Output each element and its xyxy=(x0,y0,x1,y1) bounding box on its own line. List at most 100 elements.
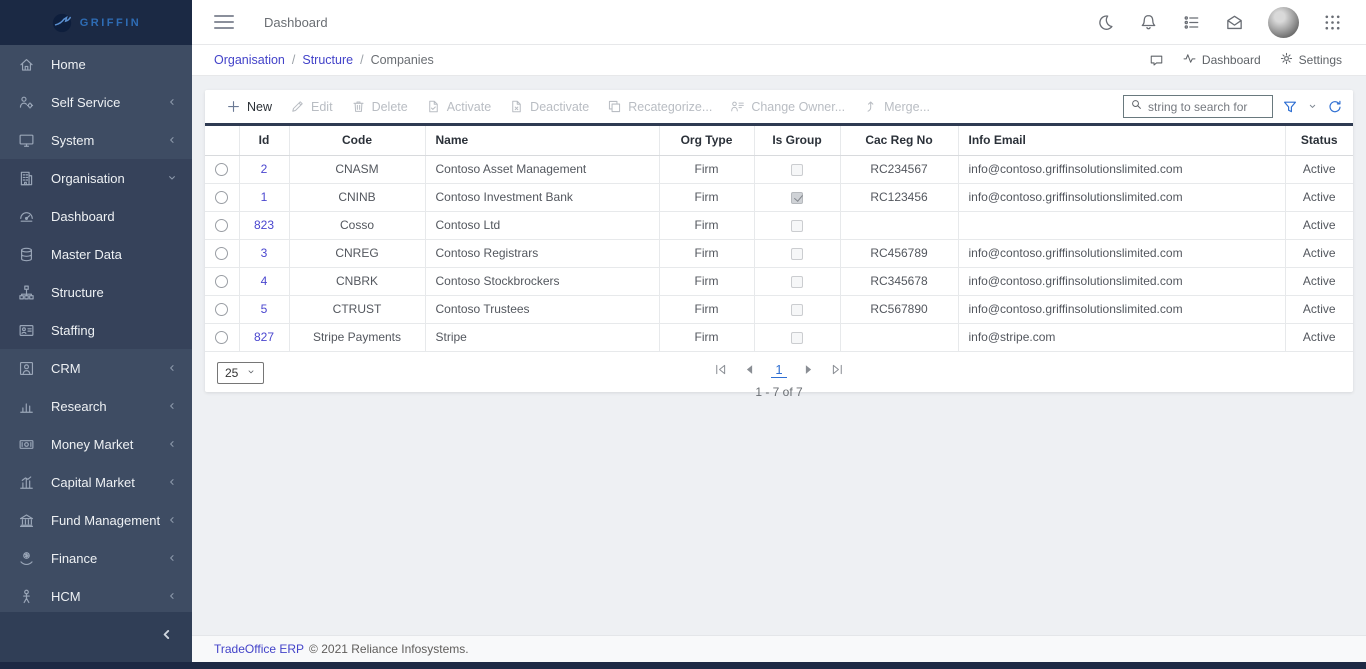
fund-management-icon xyxy=(18,512,35,529)
merge-button[interactable]: Merge... xyxy=(854,95,939,118)
sidebar-item-finance[interactable]: Finance xyxy=(0,539,192,577)
search-icon xyxy=(1130,98,1143,116)
sidebar-item-staffing[interactable]: Staffing xyxy=(0,311,192,349)
menu-toggle-icon[interactable] xyxy=(214,15,234,29)
sidebar-item-fund-management[interactable]: Fund Management xyxy=(0,501,192,539)
sidebar-item-hcm[interactable]: HCM xyxy=(0,577,192,615)
activate-button[interactable]: Activate xyxy=(417,95,500,118)
sidebar-item-structure[interactable]: Structure xyxy=(0,273,192,311)
page-size-select[interactable]: 25 xyxy=(217,361,265,384)
staffing-icon xyxy=(18,322,35,339)
search-input[interactable] xyxy=(1148,99,1266,114)
column-header-cac-reg-no[interactable]: Cac Reg No xyxy=(840,126,959,156)
breadcrumb-organisation[interactable]: Organisation xyxy=(214,53,285,67)
row-id-link[interactable]: 2 xyxy=(261,162,268,176)
sidebar-item-home[interactable]: Home xyxy=(0,45,192,83)
dashboard-shortcut[interactable]: Dashboard xyxy=(1182,51,1261,69)
deactivate-button[interactable]: Deactivate xyxy=(500,95,598,118)
sidebar-item-capital-market[interactable]: Capital Market xyxy=(0,463,192,501)
row-id-link[interactable]: 3 xyxy=(261,246,268,260)
column-header-name[interactable]: Name xyxy=(425,126,660,156)
row-code: CNBRK xyxy=(289,267,426,296)
table-row: 2 CNASM Contoso Asset Management Firm RC2345… xyxy=(205,155,1353,184)
row-id-link[interactable]: 823 xyxy=(254,218,274,232)
change-owner-button[interactable]: Change Owner... xyxy=(721,95,854,118)
row-info-email: info@contoso.griffinsolutionslimited.com xyxy=(958,295,1286,324)
toolbar-button-label: Delete xyxy=(371,99,408,114)
row-name: Stripe xyxy=(425,323,660,352)
table-row: 5 CTRUST Contoso Trustees Firm RC567890 info@… xyxy=(205,295,1353,324)
settings-button[interactable]: Settings xyxy=(1279,51,1342,69)
row-info-email xyxy=(958,211,1286,240)
sidebar-item-self-service[interactable]: Self Service xyxy=(0,83,192,121)
row-id-link[interactable]: 5 xyxy=(261,302,268,316)
table-row: 4 CNBRK Contoso Stockbrockers Firm RC345678 i… xyxy=(205,267,1353,296)
sidebar-item-label: HCM xyxy=(51,588,81,604)
column-header-info-email[interactable]: Info Email xyxy=(958,126,1286,156)
column-header-code[interactable]: Code xyxy=(289,126,426,156)
filter-chevron-icon[interactable] xyxy=(1307,101,1318,112)
tradeoffice-link[interactable]: TradeOffice ERP xyxy=(214,642,304,656)
chevron-left-icon xyxy=(166,134,178,146)
user-avatar[interactable] xyxy=(1268,6,1299,38)
next-page-icon[interactable] xyxy=(801,362,816,377)
is-group-checkbox xyxy=(791,163,803,176)
sidebar-item-master-data[interactable]: Master Data xyxy=(0,235,192,273)
sidebar-collapse-bar[interactable] xyxy=(0,612,192,662)
chevron-down-icon xyxy=(246,366,256,380)
sidebar-item-label: Dashboard xyxy=(51,208,115,224)
column-header-id[interactable]: Id xyxy=(239,126,290,156)
column-header-org-type[interactable]: Org Type xyxy=(659,126,755,156)
sidebar-item-label: Fund Management xyxy=(51,512,161,528)
row-id-link[interactable]: 4 xyxy=(261,274,268,288)
new-button[interactable]: New xyxy=(217,95,281,118)
row-select-radio[interactable] xyxy=(215,163,229,177)
current-page-link[interactable]: 1 xyxy=(771,362,787,378)
row-status: Active xyxy=(1285,323,1353,352)
main-panel: Dashboard Organisation / Structure / Com… xyxy=(192,0,1366,662)
row-id-link[interactable]: 827 xyxy=(254,330,274,344)
row-name: Contoso Investment Bank xyxy=(425,183,660,212)
sidebar-item-research[interactable]: Research xyxy=(0,387,192,425)
breadcrumb-structure[interactable]: Structure xyxy=(302,53,353,67)
organisation-icon xyxy=(18,170,35,187)
system-icon xyxy=(18,132,35,149)
row-select-radio[interactable] xyxy=(215,191,229,205)
prev-page-icon[interactable] xyxy=(742,362,757,377)
logo[interactable]: GRIFFIN xyxy=(0,0,192,45)
row-select-radio[interactable] xyxy=(215,303,229,317)
sidebar-item-dashboard[interactable]: Dashboard xyxy=(0,197,192,235)
refresh-icon[interactable] xyxy=(1327,99,1343,115)
row-info-email: info@contoso.griffinsolutionslimited.com xyxy=(958,155,1286,184)
collapse-chevron-icon xyxy=(159,627,174,647)
edit-button[interactable]: Edit xyxy=(281,95,342,118)
first-page-icon[interactable] xyxy=(713,362,728,377)
row-id-link[interactable]: 1 xyxy=(261,190,268,204)
sidebar-item-money-market[interactable]: Money Market xyxy=(0,425,192,463)
row-select-radio[interactable] xyxy=(215,275,229,289)
apps-grid-icon[interactable] xyxy=(1323,13,1342,32)
grid-container: Id Code Name Org Type Is Group Cac Reg No Info… xyxy=(205,123,1353,352)
tasks-list-icon[interactable] xyxy=(1182,13,1201,32)
column-header-is-group[interactable]: Is Group xyxy=(754,126,841,156)
sidebar-item-system[interactable]: System xyxy=(0,121,192,159)
delete-button[interactable]: Delete xyxy=(342,95,417,118)
comments-icon[interactable] xyxy=(1149,53,1164,68)
last-page-icon[interactable] xyxy=(830,362,845,377)
row-status: Active xyxy=(1285,295,1353,324)
recategorize-button[interactable]: Recategorize... xyxy=(598,95,721,118)
column-header-status[interactable]: Status xyxy=(1285,126,1353,156)
row-select-radio[interactable] xyxy=(215,331,229,345)
notifications-bell-icon[interactable] xyxy=(1139,13,1158,32)
filter-icon[interactable] xyxy=(1282,99,1298,115)
row-status: Active xyxy=(1285,267,1353,296)
row-select-radio[interactable] xyxy=(215,219,229,233)
sidebar-item-label: System xyxy=(51,132,95,148)
is-group-checkbox xyxy=(791,191,803,204)
messages-mail-icon[interactable] xyxy=(1225,13,1244,32)
dark-mode-icon[interactable] xyxy=(1096,13,1115,32)
sidebar-item-organisation[interactable]: Organisation xyxy=(0,159,192,197)
sidebar-item-crm[interactable]: CRM xyxy=(0,349,192,387)
logo-text: GRIFFIN xyxy=(79,16,142,29)
row-select-radio[interactable] xyxy=(215,247,229,261)
